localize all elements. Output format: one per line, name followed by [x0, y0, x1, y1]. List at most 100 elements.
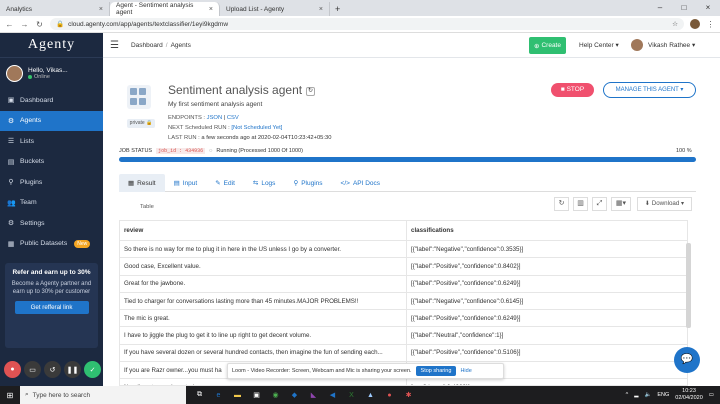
edge-icon[interactable]: e — [209, 386, 228, 404]
stop-sharing-button[interactable]: Stop sharing — [415, 366, 457, 376]
language-indicator[interactable]: ENG — [657, 392, 669, 398]
sidebar-item-label: Team — [20, 199, 37, 207]
csv-endpoint-link[interactable]: CSV — [227, 115, 239, 121]
referral-link-button[interactable]: Get refferal link — [14, 301, 89, 314]
download-button[interactable]: ⬇ Download ▾ — [637, 197, 692, 211]
tab-edit[interactable]: ✎ Edit — [206, 174, 244, 192]
app-icon[interactable]: ◆ — [285, 386, 304, 404]
store-icon[interactable]: ▣ — [247, 386, 266, 404]
browser-tab-upload[interactable]: Upload List - Agenty × — [220, 2, 330, 16]
file-explorer-icon[interactable]: ▬ — [228, 386, 247, 404]
visual-studio-icon[interactable]: ◣ — [304, 386, 323, 404]
done-check-icon[interactable]: ✓ — [84, 361, 101, 378]
tab-api-docs[interactable]: </> API Docs — [332, 174, 390, 192]
fullscreen-icon[interactable]: ⤢ — [592, 197, 607, 211]
pause-icon[interactable]: ❚❚ — [64, 361, 81, 378]
stop-button[interactable]: ■ STOP — [551, 83, 594, 97]
refresh-table-icon[interactable]: ↻ — [554, 197, 569, 211]
table-row[interactable]: The mic is great. [{"label":"Positive","c… — [120, 310, 687, 328]
taskbar-apps: ⧉ e ▬ ▣ ◉ ◆ ◣ ◀ X ▲ ● ✱ — [190, 386, 418, 404]
maximize-icon[interactable]: □ — [672, 0, 696, 16]
manage-agent-button[interactable]: MANAGE THIS AGENT ▾ — [603, 82, 696, 98]
browser-tab-agent[interactable]: Agent - Sentiment analysis agent × — [110, 2, 220, 16]
task-view-icon[interactable]: ⧉ — [190, 386, 209, 404]
agent-description: My first sentiment analysis agent — [168, 101, 263, 108]
table-scrollbar[interactable] — [686, 243, 691, 328]
network-icon[interactable]: ▂ — [634, 392, 638, 398]
menu-toggle-icon[interactable]: ☰ — [110, 40, 119, 51]
url-input[interactable]: 🔒 cloud.agenty.com/app/agents/textclassif… — [50, 18, 684, 30]
close-window-icon[interactable]: × — [696, 0, 720, 16]
next-run-value[interactable]: [Not Scheduled Yet] — [231, 125, 282, 131]
sidebar-item-label: Plugins — [20, 178, 43, 186]
back-icon[interactable]: ← — [5, 20, 14, 29]
profile-avatar[interactable] — [690, 19, 700, 29]
excel-icon[interactable]: X — [342, 386, 361, 404]
tab-result[interactable]: ▦ Result — [119, 174, 165, 192]
chevron-down-icon: ▾ — [681, 200, 685, 207]
breadcrumb-agents[interactable]: Agents — [171, 42, 191, 49]
app-icon-3[interactable]: ● — [380, 386, 399, 404]
logo[interactable]: Agenty — [0, 33, 103, 58]
tab-logs[interactable]: ⇆ Logs — [244, 174, 285, 192]
column-header-classifications[interactable]: classifications — [407, 221, 687, 240]
more-menu-icon[interactable]: ⋮ — [706, 20, 715, 29]
table-row[interactable]: Needless to say, I wasted my money"confi… — [120, 379, 687, 385]
sidebar-item-buckets[interactable]: ▤ Buckets — [0, 152, 103, 173]
sidebar-item-label: Settings — [20, 219, 45, 227]
tab-plugins[interactable]: ⚲ Plugins — [284, 174, 331, 192]
close-icon[interactable]: × — [209, 6, 213, 13]
camera-icon[interactable]: ▭ — [24, 361, 41, 378]
new-tab-button[interactable]: + — [330, 2, 345, 16]
sidebar-item-public-datasets[interactable]: ▦ Public Datasets New — [0, 234, 103, 255]
table-row[interactable]: If you have several dozen or several hun… — [120, 344, 687, 363]
sidebar-item-settings[interactable]: ⚙ Settings — [0, 213, 103, 234]
windows-start-icon[interactable]: ⊞ — [0, 391, 20, 400]
sidebar-item-lists[interactable]: ☰ Lists — [0, 131, 103, 152]
sidebar-item-agents[interactable]: ⚙ Agents — [0, 110, 103, 131]
tray-arrow-icon[interactable]: ^ — [626, 392, 629, 398]
refresh-icon[interactable]: ↻ — [306, 87, 315, 96]
table-row[interactable]: Great for the jawbone. [{"label":"Positiv… — [120, 275, 687, 293]
app-icon-2[interactable]: ▲ — [361, 386, 380, 404]
columns-icon[interactable]: ▥ — [573, 197, 588, 211]
record-control-icon[interactable]: ● — [4, 361, 21, 378]
vscode-icon[interactable]: ◀ — [323, 386, 342, 404]
hide-button[interactable]: Hide — [460, 368, 471, 374]
avatar[interactable] — [6, 64, 23, 82]
minimize-icon[interactable]: – — [648, 0, 672, 16]
loom-icon[interactable]: ✱ — [399, 386, 418, 404]
forward-icon[interactable]: → — [20, 20, 29, 29]
breadcrumb-dashboard[interactable]: Dashboard — [131, 42, 163, 49]
table-row[interactable]: Tied to charger for conversations lastin… — [120, 292, 687, 311]
create-button[interactable]: ⊕ Create — [529, 37, 566, 54]
column-header-review[interactable]: review — [120, 221, 407, 240]
help-center-menu[interactable]: Help Center ▾ — [579, 41, 619, 49]
user-menu[interactable]: Vikash Rathee ▾ — [648, 41, 695, 49]
chrome-icon[interactable]: ◉ — [266, 386, 285, 404]
table-row[interactable]: So there is no way for me to plug it in … — [120, 241, 687, 259]
star-icon[interactable]: ☆ — [672, 20, 678, 28]
restart-icon[interactable]: ↺ — [44, 361, 61, 378]
sidebar-item-dashboard[interactable]: ▣ Dashboard — [0, 90, 103, 111]
breadcrumb: Dashboard / Agents — [131, 42, 191, 49]
taskbar-search-input[interactable]: ⌕ Type here to search — [20, 386, 186, 404]
tab-input[interactable]: ▤ Input — [165, 174, 207, 192]
volume-icon[interactable]: 🔈 — [644, 392, 651, 398]
reload-icon[interactable]: ↻ — [35, 20, 44, 29]
browser-tab-analytics[interactable]: Analytics × — [0, 2, 110, 16]
json-endpoint-link[interactable]: JSON — [207, 115, 222, 121]
table-row[interactable]: I have to jiggle the plug to get it to l… — [120, 327, 687, 345]
close-icon[interactable]: × — [99, 6, 103, 13]
grid-options-icon[interactable]: ▦▾ — [611, 197, 631, 211]
sidebar-item-plugins[interactable]: ⚲ Plugins — [0, 172, 103, 193]
chat-icon[interactable]: 💬 — [674, 347, 700, 373]
header-avatar[interactable] — [631, 39, 643, 51]
close-icon[interactable]: × — [319, 6, 323, 13]
notifications-icon[interactable]: ▭ — [709, 392, 714, 398]
sidebar-item-label: Buckets — [20, 158, 45, 166]
table-view-label[interactable]: Table — [140, 204, 154, 210]
clock[interactable]: 10:23 02/04/2020 — [675, 388, 703, 402]
sidebar-item-team[interactable]: 👥 Team — [0, 193, 103, 214]
table-row[interactable]: Good case, Excellent value. [{"label":"Po… — [120, 258, 687, 276]
